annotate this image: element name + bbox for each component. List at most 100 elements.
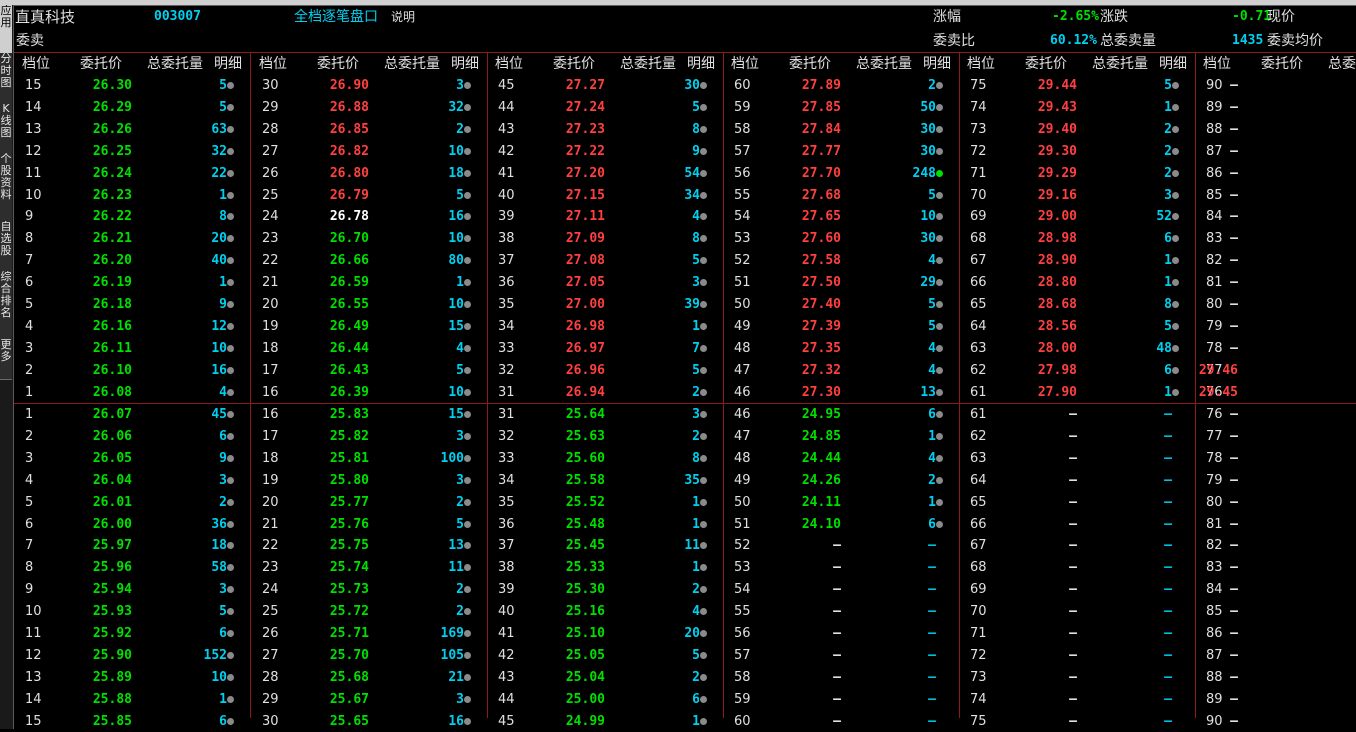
detail-dot-icon[interactable]	[227, 301, 234, 308]
detail-dot-icon[interactable]	[464, 630, 471, 637]
detail-dot-icon[interactable]	[700, 366, 707, 374]
ask-row[interactable]: 34 26.98 1	[487, 316, 723, 337]
detail-dot-icon[interactable]	[700, 82, 707, 89]
bid-row[interactable]: 24 25.73 2	[251, 579, 487, 600]
bid-row[interactable]: 48 24.44 4	[723, 448, 959, 469]
ask-row[interactable]: 50 27.40 5	[723, 294, 959, 315]
ask-row[interactable]: 81–	[1195, 272, 1356, 293]
ask-row[interactable]: 83–	[1195, 228, 1356, 249]
help-link[interactable]: 说明	[391, 6, 415, 28]
detail-dot-icon[interactable]	[700, 432, 707, 440]
bid-row[interactable]: 8 25.96 58	[14, 557, 250, 578]
bid-row[interactable]: 31 25.64 3	[487, 404, 723, 425]
bid-row[interactable]: 26 25.71 169	[251, 623, 487, 644]
bid-row[interactable]: 37 25.45 11	[487, 535, 723, 556]
detail-dot-icon[interactable]	[1172, 257, 1179, 265]
ask-row[interactable]: 33 26.97 7	[487, 338, 723, 359]
bid-row[interactable]: 50 24.11 1	[723, 492, 959, 513]
bid-row[interactable]: 39 25.30 2	[487, 579, 723, 600]
ask-row[interactable]: 22 26.66 80	[251, 250, 487, 271]
ask-row[interactable]: 64 28.56 5	[959, 316, 1195, 337]
bid-row[interactable]: 32 25.63 2	[487, 426, 723, 447]
detail-dot-icon[interactable]	[227, 147, 234, 155]
ask-row[interactable]: 9 26.22 8	[14, 206, 250, 227]
ask-row[interactable]: 77 29.46	[1195, 360, 1356, 381]
detail-dot-icon[interactable]	[227, 213, 234, 221]
bid-row[interactable]: 41 25.10 20	[487, 623, 723, 644]
bid-row[interactable]: 83–	[1195, 557, 1356, 578]
detail-dot-icon[interactable]	[464, 432, 471, 440]
detail-dot-icon[interactable]	[464, 476, 471, 484]
bid-row[interactable]: 9 25.94 3	[14, 579, 250, 600]
detail-dot-icon[interactable]	[700, 651, 707, 659]
bid-row[interactable]: 44 25.00 6	[487, 689, 723, 710]
ask-row[interactable]: 82–	[1195, 250, 1356, 271]
detail-dot-icon[interactable]	[700, 169, 707, 177]
detail-dot-icon[interactable]	[700, 411, 707, 418]
bid-row[interactable]: 81–	[1195, 514, 1356, 535]
ask-row[interactable]: 39 27.11 4	[487, 206, 723, 227]
ask-row[interactable]: 48 27.35 4	[723, 338, 959, 359]
detail-dot-icon[interactable]	[1172, 388, 1179, 396]
ask-row[interactable]: 61 27.90 1	[959, 382, 1195, 403]
bid-row[interactable]: 13 25.89 10	[14, 667, 250, 688]
detail-dot-icon[interactable]	[1172, 366, 1179, 374]
detail-dot-icon[interactable]	[936, 366, 943, 374]
detail-dot-icon[interactable]	[936, 322, 943, 330]
ask-row[interactable]: 30 26.90 3	[251, 75, 487, 96]
bid-row[interactable]: 78–	[1195, 448, 1356, 469]
detail-dot-icon[interactable]	[227, 191, 234, 199]
ask-row[interactable]: 45 27.27 30	[487, 75, 723, 96]
detail-dot-icon[interactable]	[700, 235, 707, 243]
ask-row[interactable]: 29 26.88 32	[251, 97, 487, 118]
detail-dot-icon[interactable]	[227, 366, 234, 374]
detail-dot-icon[interactable]	[1172, 191, 1179, 199]
detail-dot-icon[interactable]	[936, 257, 943, 265]
detail-dot-icon[interactable]	[227, 673, 234, 681]
detail-dot-icon[interactable]	[464, 257, 471, 265]
detail-dot-icon[interactable]	[227, 651, 234, 659]
detail-dot-icon[interactable]	[700, 213, 707, 221]
detail-dot-icon[interactable]	[700, 279, 707, 287]
detail-dot-icon[interactable]	[700, 542, 707, 550]
bid-row[interactable]: 67 – –	[959, 535, 1195, 556]
detail-dot-icon[interactable]	[464, 344, 471, 352]
bid-row[interactable]: 25 25.72 2	[251, 601, 487, 622]
detail-dot-icon[interactable]	[464, 564, 471, 572]
ask-row[interactable]: 70 29.16 3	[959, 185, 1195, 206]
ask-row[interactable]: 13 26.26 63	[14, 119, 250, 140]
detail-dot-icon[interactable]	[227, 586, 234, 594]
detail-dot-icon[interactable]	[227, 169, 234, 177]
detail-dot-icon[interactable]	[936, 498, 943, 506]
detail-dot-icon[interactable]	[464, 301, 471, 308]
detail-dot-icon[interactable]	[1172, 213, 1179, 221]
ask-row[interactable]: 28 26.85 2	[251, 119, 487, 140]
bid-row[interactable]: 52 – –	[723, 535, 959, 556]
detail-dot-icon[interactable]	[227, 564, 234, 572]
detail-dot-icon[interactable]	[700, 476, 707, 484]
bid-row[interactable]: 47 24.85 1	[723, 426, 959, 447]
detail-dot-icon[interactable]	[464, 454, 471, 462]
detail-dot-icon[interactable]	[936, 454, 943, 462]
bid-row[interactable]: 72 – –	[959, 645, 1195, 666]
ask-row[interactable]: 19 26.49 15	[251, 316, 487, 337]
ask-row[interactable]: 38 27.09 8	[487, 228, 723, 249]
detail-dot-icon[interactable]	[936, 432, 943, 440]
bid-row[interactable]: 62 – –	[959, 426, 1195, 447]
detail-dot-icon[interactable]	[936, 520, 943, 528]
sidebar-tab-5[interactable]: 综合排名	[0, 271, 12, 340]
bid-row[interactable]: 71 – –	[959, 623, 1195, 644]
ask-row[interactable]: 57 27.77 30	[723, 141, 959, 162]
detail-dot-icon[interactable]	[936, 344, 943, 352]
ask-row[interactable]: 7 26.20 40	[14, 250, 250, 271]
ask-row[interactable]: 24 26.78 16	[251, 206, 487, 227]
bid-row[interactable]: 85–	[1195, 601, 1356, 622]
ask-row[interactable]: 14 26.29 5	[14, 97, 250, 118]
detail-dot-icon[interactable]	[1172, 322, 1179, 330]
bid-row[interactable]: 35 25.52 1	[487, 492, 723, 513]
detail-dot-icon[interactable]	[700, 147, 707, 155]
ask-row[interactable]: 40 27.15 34	[487, 185, 723, 206]
detail-dot-icon[interactable]	[464, 520, 471, 528]
detail-dot-icon[interactable]	[1172, 82, 1179, 89]
detail-dot-icon[interactable]	[700, 388, 707, 396]
